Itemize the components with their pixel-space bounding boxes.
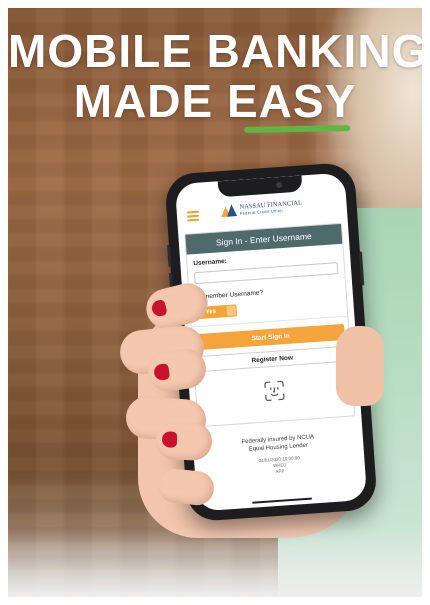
- bottom-fade: [8, 527, 422, 597]
- headline-line-2-prefix: MADE: [73, 75, 227, 127]
- face-id-icon[interactable]: [264, 380, 285, 401]
- headline-line-2: MADE EASY: [8, 76, 422, 126]
- phone-volume-button: [166, 244, 172, 267]
- headline-line-1: MOBILE BANKING: [8, 25, 422, 77]
- toggle-knob: [226, 305, 237, 316]
- hamburger-menu-icon[interactable]: [186, 210, 200, 222]
- logo-mark-icon: [220, 204, 238, 218]
- app-footer: Federally insured by NCUA Equal Housing …: [193, 430, 365, 481]
- register-now-button[interactable]: Register Now: [197, 345, 347, 373]
- headline-emphasis: EASY: [226, 75, 357, 127]
- signin-card: Sign In - Enter Username Username: Remem…: [184, 222, 356, 428]
- nassau-financial-logo: NASSAU FINANCIAL Federal Credit Union: [220, 200, 302, 218]
- camera-icon: [275, 181, 283, 189]
- fingernail: [153, 363, 171, 382]
- fingernail: [150, 298, 168, 318]
- fingernail: [161, 431, 178, 448]
- home-indicator: [252, 497, 313, 504]
- hero-image: MOBILE BANKING MADE EASY NASSAU FINANCIA…: [8, 8, 422, 597]
- thumb: [336, 326, 384, 406]
- start-sign-in-button[interactable]: Start Sign In: [196, 323, 346, 351]
- finger: [155, 421, 213, 461]
- headline: MOBILE BANKING MADE EASY: [8, 26, 422, 126]
- username-label: Username:: [193, 257, 228, 268]
